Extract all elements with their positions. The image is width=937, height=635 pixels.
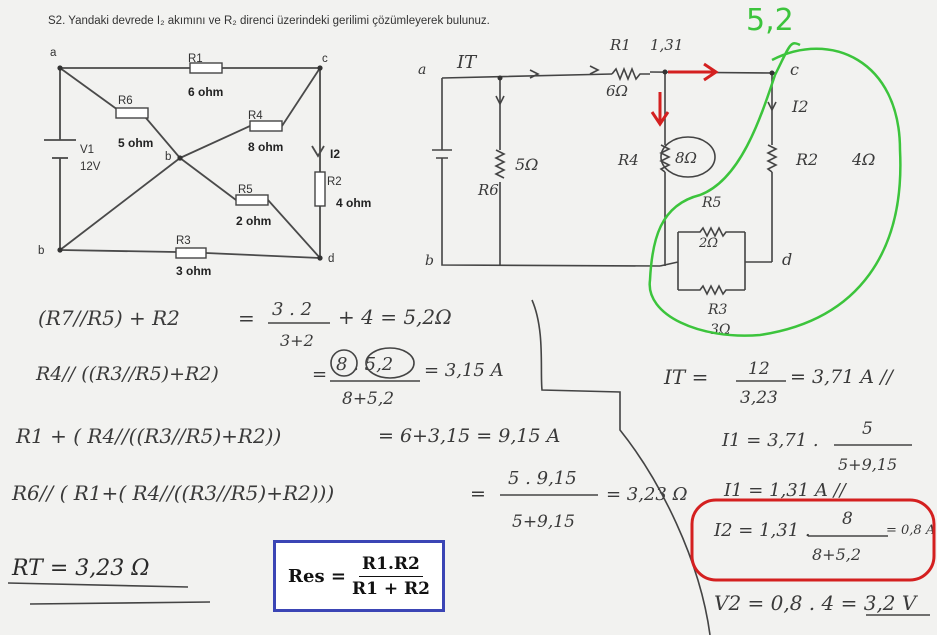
r2-value: 4 ohm [336, 196, 371, 210]
red-right-arrow-icon [668, 62, 719, 82]
it-rest: = 3,71 A // [790, 366, 894, 388]
r2-name: R2 [327, 176, 342, 188]
r5-value: 2 ohm [236, 214, 271, 228]
node-d-label: d [328, 253, 334, 265]
it-hand-label: IT [456, 52, 478, 73]
r4-resistor [249, 120, 283, 132]
node-d-hand: d [782, 250, 792, 269]
i1-result: I1 = 1,31 A // [723, 480, 848, 501]
green-equivalent-loop [648, 42, 902, 337]
total-underline [7, 582, 211, 605]
line1-rest: + 4 = 5,2Ω [338, 305, 452, 329]
line2-lhs: R4// ((R3//R5)+R2) [35, 363, 219, 385]
r2-value-hand: 4Ω [851, 150, 875, 169]
i2-label-hand: I2 [791, 97, 809, 116]
r6-name: R6 [118, 95, 133, 107]
r3-label-hand: R3 [707, 302, 728, 318]
node-c-label: c [322, 53, 328, 65]
r3-resistor [175, 247, 207, 259]
node-a-label: a [50, 47, 57, 59]
r1-value: 6 ohm [188, 85, 223, 99]
r4-value: 8 ohm [248, 140, 283, 154]
whiteboard: S2. Yandaki devrede I₂ akımını ve R₂ dir… [7, 3, 936, 635]
r6-value-hand: 5Ω [515, 155, 538, 174]
r5-name: R5 [238, 184, 253, 196]
center-node-label: b [165, 151, 171, 163]
it-lhs: IT = [663, 365, 708, 389]
line4-den: 5+9,15 [512, 512, 575, 532]
i1-lhs: I1 = 3,71 . [721, 430, 819, 451]
node-b-label: b [38, 245, 44, 257]
v1-name: V1 [80, 144, 94, 156]
line1-num: 3 . 2 [272, 299, 312, 320]
r4-value-hand: 8Ω [675, 149, 697, 167]
line3-lhs: R1 + ( R4//((R3//R5)+R2)) [15, 424, 281, 448]
hand-circuit: a b c d IT R1 1,31 6Ω R6 5Ω R4 8Ω R2 4Ω … [418, 3, 902, 338]
line4-rest: = 3,23 Ω [606, 484, 688, 505]
current-calcs: IT = 12 3,23 = 3,71 A // I1 = 3,71 . 5 5… [663, 359, 936, 616]
line4-lhs: R6// ( R1+( R4//((R3//R5)+R2))) [11, 481, 334, 505]
line2-rest: = 3,15 A [424, 360, 504, 381]
r3-name: R3 [176, 235, 191, 247]
formula-denominator: R1 + R2 [351, 578, 430, 599]
r6-zigzag [494, 149, 506, 179]
formula-numerator: R1.R2 [359, 554, 423, 577]
line1-den: 3+2 [280, 331, 314, 350]
r1-name: R1 [188, 53, 203, 65]
it-den: 3,23 [740, 388, 778, 408]
r3-value: 3 ohm [176, 264, 211, 278]
line2-num: 8 . 5,2 [336, 354, 393, 375]
i1-num: 5 [862, 419, 873, 439]
r1-zigzag [611, 66, 650, 82]
r5-resistor [235, 194, 269, 206]
r1-hand-label: R1 [609, 36, 631, 54]
r1-current-hand: 1,31 [650, 36, 683, 54]
i2-lhs: I2 = 1,31 . [713, 520, 811, 541]
node-a-hand: a [418, 62, 426, 78]
line1-lhs: (R7//R5) + R2 [38, 306, 180, 330]
node-b-hand: b [425, 253, 434, 269]
r6-label-hand: R6 [477, 181, 499, 199]
v2-calc: V2 = 0,8 . 4 = 3,2 V [714, 591, 919, 615]
i2-num: 8 [842, 509, 853, 529]
r1-value-hand: 6Ω [606, 82, 628, 100]
r2-resistor [314, 171, 326, 207]
r5-label-hand: R5 [701, 195, 722, 211]
line1-eq: = [238, 306, 255, 330]
i1-den: 5+9,15 [838, 455, 897, 474]
formula-box: Res = R1.R2 R1 + R2 [273, 540, 445, 612]
total-resistance: RT = 3,23 Ω [11, 556, 150, 581]
svg-text:=: = [470, 483, 486, 505]
i2-arrow-icon [311, 145, 325, 158]
r4-label-hand: R4 [617, 151, 639, 169]
line4-num: 5 . 9,15 [508, 468, 577, 489]
it-num: 12 [748, 359, 770, 379]
r4-name: R4 [248, 110, 263, 122]
equiv-note: 5,2 [746, 3, 794, 38]
v1-value: 12V [80, 161, 101, 173]
svg-text:=: = [312, 364, 327, 385]
formula-lhs: Res = [288, 565, 346, 587]
r6-resistor [115, 107, 149, 119]
line2-den: 8+5,2 [342, 389, 394, 409]
r2-label-hand: R2 [795, 150, 818, 169]
i2-result: = 0,8 A [886, 523, 935, 538]
r5-value-hand: 2Ω [698, 236, 718, 251]
node-c-hand: c [790, 60, 799, 79]
line3-rest: = 6+3,15 = 9,15 A [378, 425, 560, 447]
r6-value: 5 ohm [118, 136, 153, 150]
printed-circuit: a c b d b R1 6 ohm R6 5 ohm R4 8 ohm R5 … [38, 47, 371, 278]
current-label: I2 [330, 147, 340, 161]
r2-zigzag [766, 144, 778, 173]
formula-fraction: R1.R2 R1 + R2 [352, 554, 430, 599]
problem-statement: S2. Yandaki devrede I₂ akımını ve R₂ dir… [48, 15, 490, 27]
i2-den: 8+5,2 [812, 545, 861, 564]
